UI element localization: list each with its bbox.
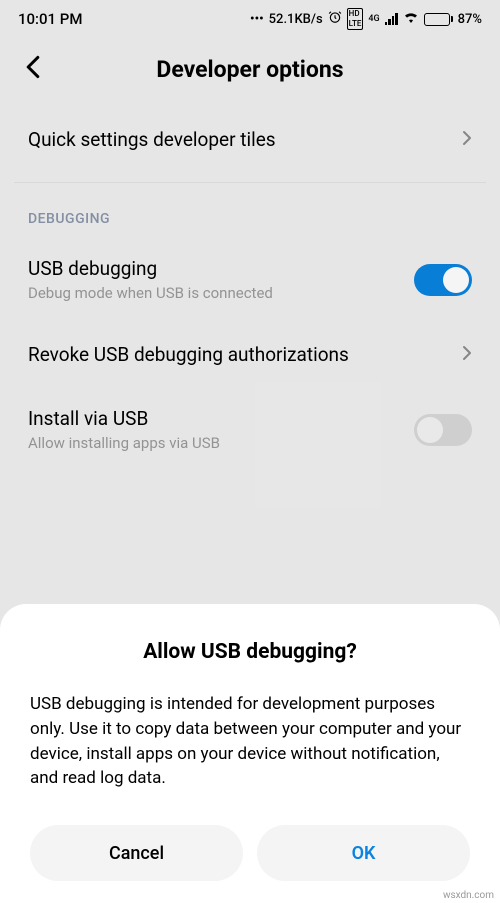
row-revoke-auth[interactable]: Revoke USB debugging authorizations <box>0 322 500 387</box>
back-button[interactable] <box>24 53 42 86</box>
row-install-usb[interactable]: Install via USB Allow installing apps vi… <box>0 387 500 472</box>
signal-icon <box>385 13 398 25</box>
usb-debugging-dialog: Allow USB debugging? USB debugging is in… <box>0 604 500 903</box>
wifi-icon <box>403 11 419 27</box>
status-speed: 52.1KB/s <box>269 12 323 27</box>
chevron-right-icon <box>462 127 472 152</box>
row-usb-debugging[interactable]: USB debugging Debug mode when USB is con… <box>0 237 500 322</box>
ok-button[interactable]: OK <box>257 825 470 881</box>
battery-icon <box>424 13 453 26</box>
header: Developer options <box>0 38 500 107</box>
status-dots: ••• <box>250 12 264 27</box>
row-title: USB debugging <box>28 257 414 280</box>
status-bar: 10:01 PM ••• 52.1KB/s HDLTE 4G 87% <box>0 0 500 38</box>
dialog-buttons: Cancel OK <box>30 825 470 881</box>
volte-icon: HDLTE <box>347 8 364 29</box>
status-time: 10:01 PM <box>18 10 82 28</box>
row-title: Install via USB <box>28 407 414 430</box>
dialog-body: USB debugging is intended for developmen… <box>30 692 470 791</box>
alarm-icon <box>328 10 342 28</box>
install-usb-toggle[interactable] <box>414 414 472 446</box>
dialog-title: Allow USB debugging? <box>30 640 470 664</box>
chevron-right-icon <box>462 342 472 367</box>
network-label: 4G <box>368 15 379 24</box>
watermark: wsxdn.com <box>443 890 494 901</box>
cancel-button[interactable]: Cancel <box>30 825 243 881</box>
row-title: Quick settings developer tiles <box>28 128 462 151</box>
section-debugging: DEBUGGING <box>0 183 500 237</box>
usb-debugging-toggle[interactable] <box>414 264 472 296</box>
row-quick-tiles[interactable]: Quick settings developer tiles <box>0 107 500 172</box>
row-title: Revoke USB debugging authorizations <box>28 343 462 366</box>
status-right: ••• 52.1KB/s HDLTE 4G 87% <box>250 8 482 29</box>
settings-content: Quick settings developer tiles DEBUGGING… <box>0 107 500 472</box>
page-title: Developer options <box>20 56 480 83</box>
row-subtitle: Debug mode when USB is connected <box>28 284 414 302</box>
battery-percent: 87% <box>458 12 482 27</box>
row-subtitle: Allow installing apps via USB <box>28 434 414 452</box>
